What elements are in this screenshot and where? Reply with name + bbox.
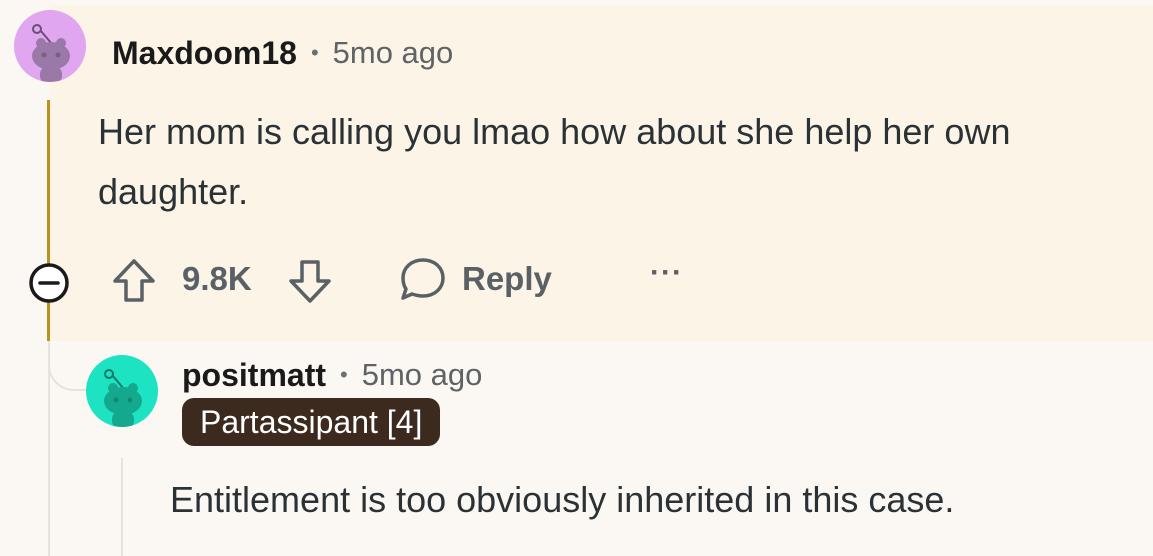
child-thread-line[interactable] [121,458,123,556]
user-flair-badge: Partassipant [4] [182,398,441,446]
snoo-avatar-icon [104,369,142,427]
more-options-icon: ··· [650,256,683,289]
snoo-avatar-icon [32,24,70,82]
reply-connector [48,341,88,391]
username[interactable]: Maxdoom18 [112,35,297,72]
downvote-button[interactable] [286,256,334,306]
collapse-icon [29,263,69,303]
reply-bubble-icon [401,258,445,300]
comment-actions: 9.8K Reply ··· [0,250,1153,310]
downvote-icon [289,260,331,303]
separator-dot: • [340,362,348,387]
upvote-icon [113,259,155,302]
timestamp[interactable]: 5mo ago [333,35,454,71]
avatar[interactable] [14,10,86,82]
reply-avatar[interactable] [86,355,158,427]
separator-dot: • [310,40,319,65]
reply-button[interactable]: Reply [398,254,552,304]
vote-score: 9.8K [182,260,252,297]
collapse-button[interactable] [26,260,72,306]
reply-label: Reply [462,260,552,297]
reply-meta: positmatt • 5mo ago [182,354,482,396]
more-options-button[interactable]: ··· [650,256,683,290]
reply-timestamp[interactable]: 5mo ago [362,357,483,393]
comment-body: Her mom is calling you lmao how about sh… [98,111,1011,212]
reply-username[interactable]: positmatt [182,357,326,394]
reply-body: Entitlement is too obviously inherited i… [170,479,955,520]
upvote-button[interactable] [110,256,158,306]
comment-meta: Maxdoom18 • 5mo ago [112,32,453,74]
